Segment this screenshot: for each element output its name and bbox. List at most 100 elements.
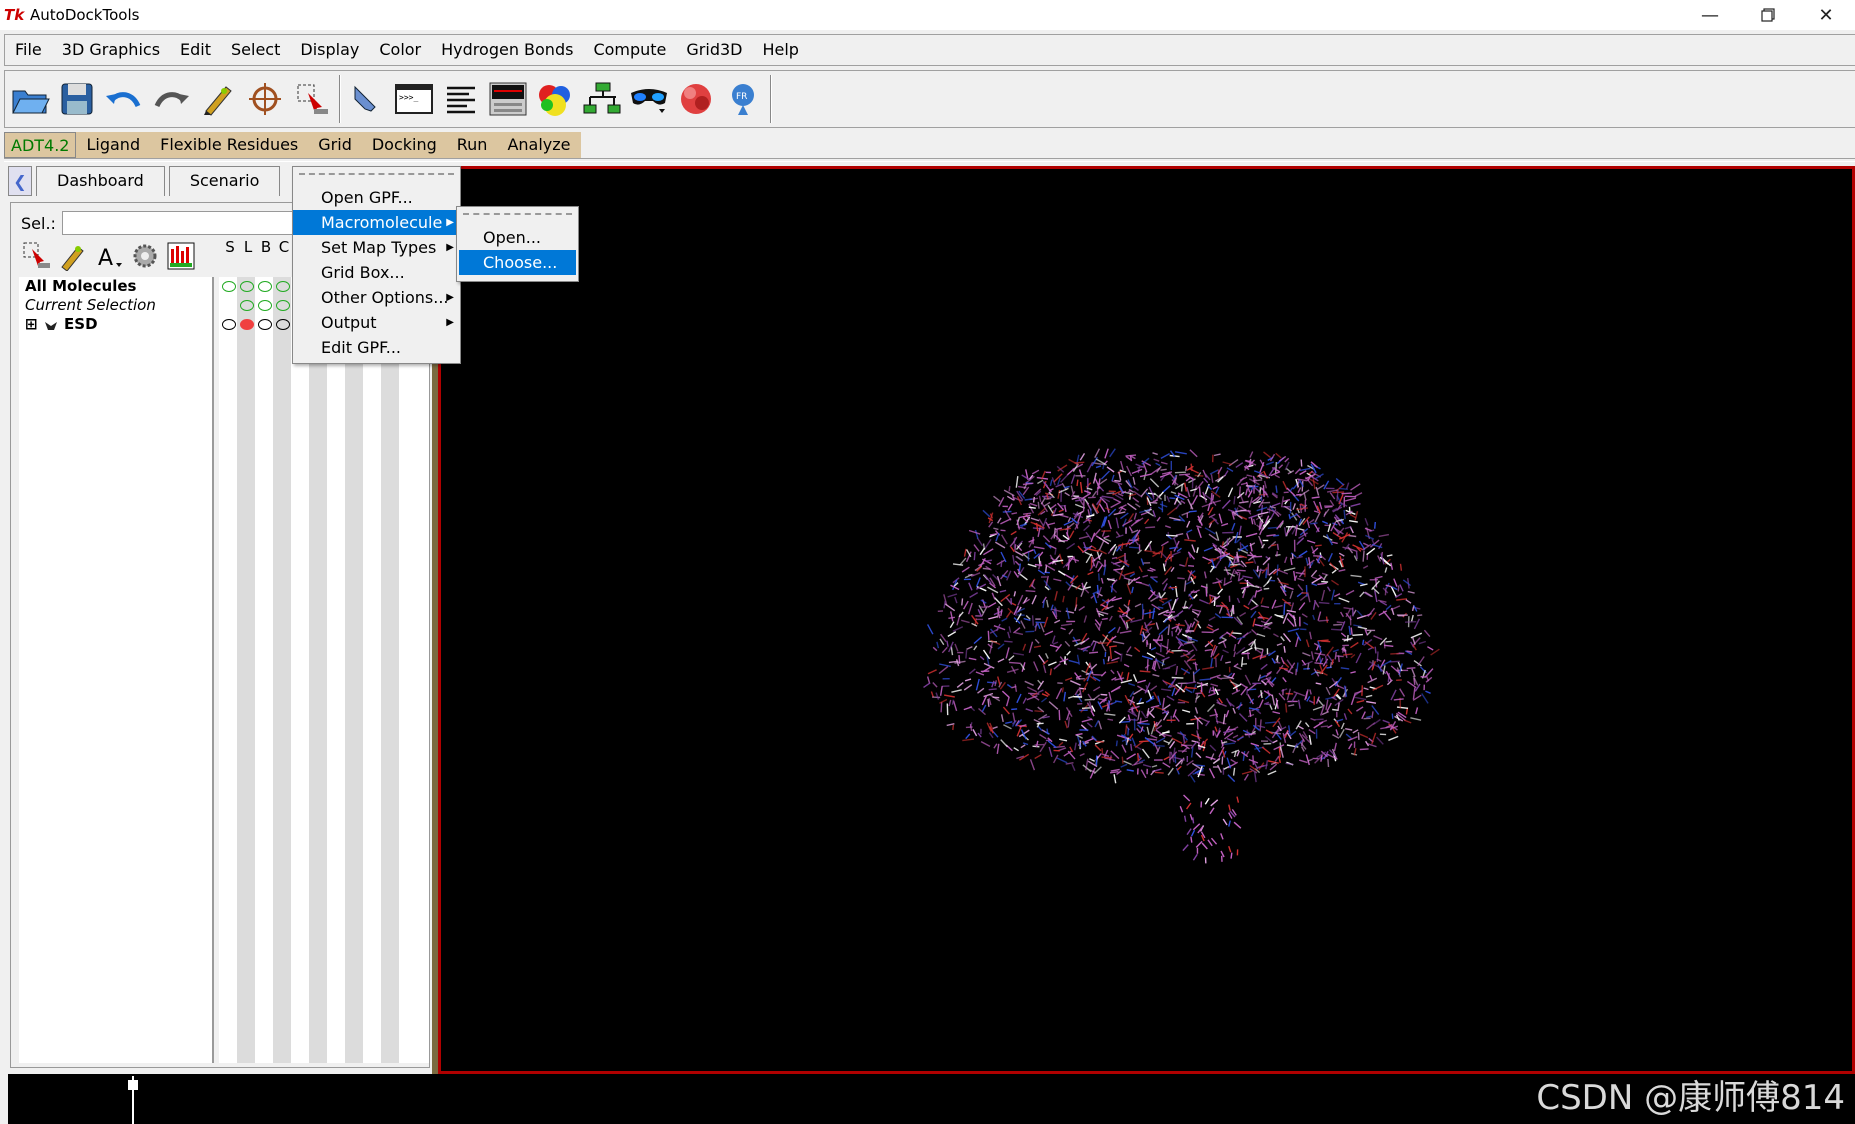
tree-esd[interactable]: ⊞ ESD: [19, 315, 212, 334]
colored-spheres-icon[interactable]: [532, 74, 578, 124]
menu-open-gpf[interactable]: Open GPF...: [293, 185, 460, 210]
adt-tab-bar: ADT4.2 Ligand Flexible Residues Grid Doc…: [4, 132, 581, 158]
toggle-s-all[interactable]: [222, 281, 236, 292]
column-cells: [219, 277, 429, 1063]
menu-output[interactable]: Output ▶: [293, 310, 460, 335]
close-icon[interactable]: ✕: [1797, 0, 1855, 30]
toggle-b-selection[interactable]: [258, 300, 272, 311]
color-bars-cmd-icon[interactable]: [163, 239, 199, 273]
toggle-c-selection[interactable]: [276, 300, 290, 311]
toggle-s-esd[interactable]: [222, 319, 236, 330]
adt-tab-flexible-residues[interactable]: Flexible Residues: [150, 132, 309, 158]
stereo-glasses-icon[interactable]: [626, 74, 672, 124]
molecule-bonds: [923, 448, 1440, 864]
column-l-header[interactable]: L: [239, 239, 257, 255]
adt-tab-analyze[interactable]: Analyze: [497, 132, 581, 158]
toggle-l-all[interactable]: [240, 281, 254, 292]
submenu-arrow-icon: ▶: [446, 317, 454, 328]
toggle-l-esd[interactable]: [240, 319, 254, 330]
pointer-hand-icon[interactable]: [344, 74, 390, 124]
open-folder-icon[interactable]: [7, 74, 53, 124]
crosshair-icon[interactable]: [242, 74, 288, 124]
molecule-tree: All Molecules Current Selection ⊞ ESD: [19, 277, 214, 1063]
toggle-l-selection[interactable]: [240, 300, 254, 311]
menu-color[interactable]: Color: [369, 35, 431, 65]
restore-icon[interactable]: [1739, 0, 1797, 30]
menu-compute[interactable]: Compute: [583, 35, 676, 65]
column-c-header[interactable]: C: [275, 239, 293, 255]
menu-other-options[interactable]: Other Options... ▶: [293, 285, 460, 310]
adt-tab-ligand[interactable]: Ligand: [76, 132, 151, 158]
collapse-arrow-icon[interactable]: ❮: [8, 166, 32, 196]
menu-grid-box[interactable]: Grid Box...: [293, 260, 460, 285]
column-stripe: [237, 277, 255, 1063]
menu-3d-graphics[interactable]: 3D Graphics: [52, 35, 170, 65]
macromolecule-submenu: Open... Choose...: [456, 206, 579, 282]
help-pin-icon[interactable]: FR: [720, 74, 766, 124]
tearoff-line[interactable]: [299, 173, 454, 185]
adt-tab-adt42[interactable]: ADT4.2: [4, 132, 77, 158]
menu-hydrogen-bonds[interactable]: Hydrogen Bonds: [431, 35, 583, 65]
menu-macromolecule-choose[interactable]: Choose...: [459, 250, 576, 275]
menu-help[interactable]: Help: [752, 35, 808, 65]
undo-icon[interactable]: [101, 74, 147, 124]
tree-esd-label: ESD: [64, 315, 98, 333]
dashboard-tabs: ❮ Dashboard Scenario: [8, 166, 281, 196]
submenu-arrow-icon: ▶: [446, 242, 454, 253]
column-b-header[interactable]: B: [257, 239, 275, 255]
slider-handle[interactable]: [128, 1080, 138, 1090]
submenu-arrow-icon: ▶: [446, 292, 454, 303]
menu-edit-gpf[interactable]: Edit GPF...: [293, 335, 460, 360]
render-icon[interactable]: [673, 74, 719, 124]
menu-macromolecule[interactable]: Macromolecule ▶: [293, 210, 460, 235]
select-cmd-icon[interactable]: [19, 239, 55, 273]
sel-label: Sel.:: [21, 213, 56, 233]
gear-cmd-icon[interactable]: [127, 239, 163, 273]
toolbar-separator: [339, 75, 341, 123]
toggle-c-esd[interactable]: [276, 319, 290, 330]
pencil-cmd-icon[interactable]: [55, 239, 91, 273]
svg-text:FR: FR: [736, 92, 747, 102]
tab-dashboard[interactable]: Dashboard: [36, 166, 165, 196]
save-icon[interactable]: [54, 74, 100, 124]
adt-tab-docking[interactable]: Docking: [361, 132, 447, 158]
tk-app-icon: Tk: [4, 6, 25, 24]
monitor-icon[interactable]: [485, 74, 531, 124]
menu-edit[interactable]: Edit: [170, 35, 221, 65]
menu-set-map-types[interactable]: Set Map Types ▶: [293, 235, 460, 260]
column-headers: S L B C: [221, 239, 293, 255]
minimize-icon[interactable]: —: [1681, 0, 1739, 30]
text-lines-icon[interactable]: [438, 74, 484, 124]
expand-icon[interactable]: ⊞: [25, 315, 38, 333]
menu-file[interactable]: File: [5, 35, 52, 65]
adt-tab-grid[interactable]: Grid: [308, 132, 362, 158]
tree-current-selection[interactable]: Current Selection: [19, 296, 212, 315]
toolbar: >>>_ FR: [4, 70, 1855, 128]
menu-grid3d[interactable]: Grid3D: [676, 35, 752, 65]
pencil-icon[interactable]: [195, 74, 241, 124]
menu-select[interactable]: Select: [221, 35, 290, 65]
toggle-c-all[interactable]: [276, 281, 290, 292]
column-s-header[interactable]: S: [221, 239, 239, 255]
label-cmd-icon[interactable]: A: [91, 239, 127, 273]
toggle-b-esd[interactable]: [258, 319, 272, 330]
redo-icon[interactable]: [148, 74, 194, 124]
window-title: AutoDockTools: [30, 6, 140, 24]
network-icon[interactable]: [579, 74, 625, 124]
toggle-b-all[interactable]: [258, 281, 272, 292]
tearoff-line[interactable]: [463, 213, 572, 225]
tab-scenario[interactable]: Scenario: [168, 166, 281, 196]
python-shell-icon[interactable]: >>>_: [391, 74, 437, 124]
menu-display[interactable]: Display: [290, 35, 369, 65]
tree-all-molecules[interactable]: All Molecules: [19, 277, 212, 296]
title-bar: Tk AutoDockTools — ✕: [0, 0, 1855, 30]
adt-tab-run[interactable]: Run: [446, 132, 498, 158]
menu-bar: File 3D Graphics Edit Select Display Col…: [4, 34, 1855, 66]
select-icon[interactable]: [289, 74, 335, 124]
menu-macromolecule-open[interactable]: Open...: [457, 225, 578, 250]
submenu-arrow-icon: ▶: [446, 217, 454, 228]
command-icons: A: [19, 239, 199, 273]
grid-dropdown-menu: Open GPF... Macromolecule ▶ Set Map Types…: [292, 166, 461, 364]
column-stripe: [381, 277, 399, 1063]
molecule-icon: [44, 321, 57, 330]
